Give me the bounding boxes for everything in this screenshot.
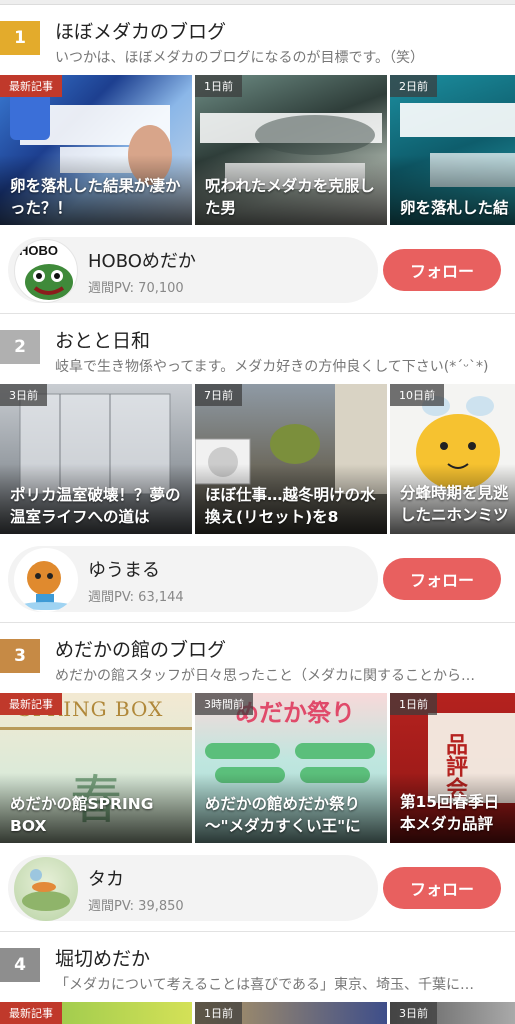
article-date-badge: 3日前 xyxy=(0,384,47,406)
blog-title[interactable]: おとと日和 xyxy=(55,326,150,353)
article-card[interactable]: 最新記事 xyxy=(0,1002,192,1024)
author-row: HOBO HOBOめだか 週間PV: 70,100 フォロー xyxy=(0,237,515,307)
article-card[interactable]: 品評会 1日前 第15回春季日本メダカ品評会！ xyxy=(390,693,515,843)
article-thumbnails: 春 SPRING BOX 最新記事 めだかの館SPRING BOX めだか祭り … xyxy=(0,693,515,843)
avatar[interactable] xyxy=(14,548,78,612)
article-card[interactable]: 最新記事 卵を落札した結果が凄かった？！ xyxy=(0,75,192,225)
article-title: 分蜂時期を見逃したニホンミツバチ xyxy=(400,484,509,524)
avatar-text: HOBO xyxy=(19,243,58,258)
rank-badge: 1 xyxy=(0,21,40,55)
article-card[interactable]: めだか祭り 3時間前 めだかの館めだか祭り～"メダカすくい王"に xyxy=(195,693,387,843)
avatar[interactable] xyxy=(14,857,78,921)
article-card[interactable]: 2日前 卵を落札した結果が凄かった？！ xyxy=(390,75,515,225)
article-date-badge: 最新記事 xyxy=(0,1002,62,1024)
article-card[interactable]: 10日前 分蜂時期を見逃したニホンミツバチ xyxy=(390,384,515,534)
article-title: 第15回春季日本メダカ品評会！ xyxy=(400,793,500,833)
blog-header[interactable]: 3 めだかの館のブログ めだかの館スタッフが日々思ったこと（メダカに関することか… xyxy=(0,623,515,693)
article-date-badge: 1日前 xyxy=(390,693,437,715)
article-thumbnails: 3日前 ポリカ温室破壊！？夢の温室ライフへの道は 7日前 ほぼ仕事…越冬明けの水… xyxy=(0,384,515,534)
article-date-badge: 3時間前 xyxy=(195,693,253,715)
article-date-badge: 1日前 xyxy=(195,75,242,97)
rank-badge: 4 xyxy=(0,948,40,982)
author-name[interactable]: タカ xyxy=(88,865,124,891)
blog-description: 「メダカについて考えることは喜びである」東京、埼玉、千葉に… xyxy=(55,977,475,993)
blog-ranking-item: 2 おとと日和 岐阜で生き物係やってます。メダカ好きの方仲良くして下さい(*´ᵕ… xyxy=(0,314,515,624)
blog-title[interactable]: ほぼメダカのブログ xyxy=(55,17,226,44)
article-card[interactable]: 1日前 xyxy=(195,1002,387,1024)
article-date-badge: 7日前 xyxy=(195,384,242,406)
image-text: めだか祭り xyxy=(235,699,355,727)
rank-badge: 3 xyxy=(0,639,40,673)
blog-header[interactable]: 2 おとと日和 岐阜で生き物係やってます。メダカ好きの方仲良くして下さい(*´ᵕ… xyxy=(0,314,515,384)
article-card[interactable]: 春 SPRING BOX 最新記事 めだかの館SPRING BOX xyxy=(0,693,192,843)
blog-header[interactable]: 1 ほぼメダカのブログ いつかは、ほぼメダカのブログになるのが目標です。（笑） xyxy=(0,5,515,75)
blog-title[interactable]: めだかの館のブログ xyxy=(55,635,226,662)
article-title: 卵を落札した結果が凄かった？！ xyxy=(10,177,181,217)
article-card[interactable]: 3日前 ポリカ温室破壊！？夢の温室ライフへの道は xyxy=(0,384,192,534)
article-thumbnails: 最新記事 卵を落札した結果が凄かった？！ 1日前 呪われたメダカを克服した男 2… xyxy=(0,75,515,225)
blog-description: 岐阜で生き物係やってます。メダカ好きの方仲良くして下さい(*´ᵕ`*) xyxy=(55,359,489,375)
article-card[interactable]: 7日前 ほぼ仕事…越冬明けの水換え(リセット)を8 xyxy=(195,384,387,534)
article-date-badge: 10日前 xyxy=(390,384,444,406)
article-date-badge: 2日前 xyxy=(390,75,437,97)
article-date-badge: 3日前 xyxy=(390,1002,437,1024)
article-title: めだかの館SPRING BOX xyxy=(10,795,154,835)
article-card[interactable]: 3日前 xyxy=(390,1002,515,1024)
article-thumbnails: 最新記事 1日前 3日前 xyxy=(0,1002,515,1024)
follow-button[interactable]: フォロー xyxy=(383,867,501,909)
article-title: 卵を落札した結果が凄かった？！ xyxy=(400,199,509,217)
avatar[interactable]: HOBO xyxy=(14,239,78,303)
follow-button[interactable]: フォロー xyxy=(383,558,501,600)
blog-description: めだかの館スタッフが日々思ったこと（メダカに関することから… xyxy=(55,668,475,684)
article-title: ポリカ温室破壊！？夢の温室ライフへの道は xyxy=(10,486,181,526)
blog-header[interactable]: 4 堀切めだか 「メダカについて考えることは喜びである」東京、埼玉、千葉に… xyxy=(0,932,515,1002)
author-row: ゆうまる 週間PV: 63,144 フォロー xyxy=(0,546,515,616)
article-title: ほぼ仕事…越冬明けの水換え(リセット)を8 xyxy=(205,486,376,526)
weekly-pv: 週間PV: 63,144 xyxy=(88,590,184,605)
author-row: タカ 週間PV: 39,850 フォロー xyxy=(0,855,515,925)
rank-badge: 2 xyxy=(0,330,40,364)
weekly-pv: 週間PV: 39,850 xyxy=(88,899,184,914)
article-title: めだかの館めだか祭り～"メダカすくい王"に xyxy=(205,795,361,835)
blog-description: いつかは、ほぼメダカのブログになるのが目標です。（笑） xyxy=(55,50,425,66)
blog-title[interactable]: 堀切めだか xyxy=(55,944,150,971)
article-date-badge: 最新記事 xyxy=(0,693,62,715)
follow-button[interactable]: フォロー xyxy=(383,249,501,291)
article-date-badge: 最新記事 xyxy=(0,75,62,97)
article-title: 呪われたメダカを克服した男 xyxy=(205,177,375,217)
blog-ranking-item: 3 めだかの館のブログ めだかの館スタッフが日々思ったこと（メダカに関することか… xyxy=(0,623,515,933)
author-name[interactable]: ゆうまる xyxy=(88,556,160,582)
blog-ranking-item: 1 ほぼメダカのブログ いつかは、ほぼメダカのブログになるのが目標です。（笑） … xyxy=(0,5,515,315)
blog-ranking-item: 4 堀切めだか 「メダカについて考えることは喜びである」東京、埼玉、千葉に… 最… xyxy=(0,932,515,1024)
author-name[interactable]: HOBOめだか xyxy=(88,247,196,273)
weekly-pv: 週間PV: 70,100 xyxy=(88,281,184,296)
article-card[interactable]: 1日前 呪われたメダカを克服した男 xyxy=(195,75,387,225)
article-date-badge: 1日前 xyxy=(195,1002,242,1024)
